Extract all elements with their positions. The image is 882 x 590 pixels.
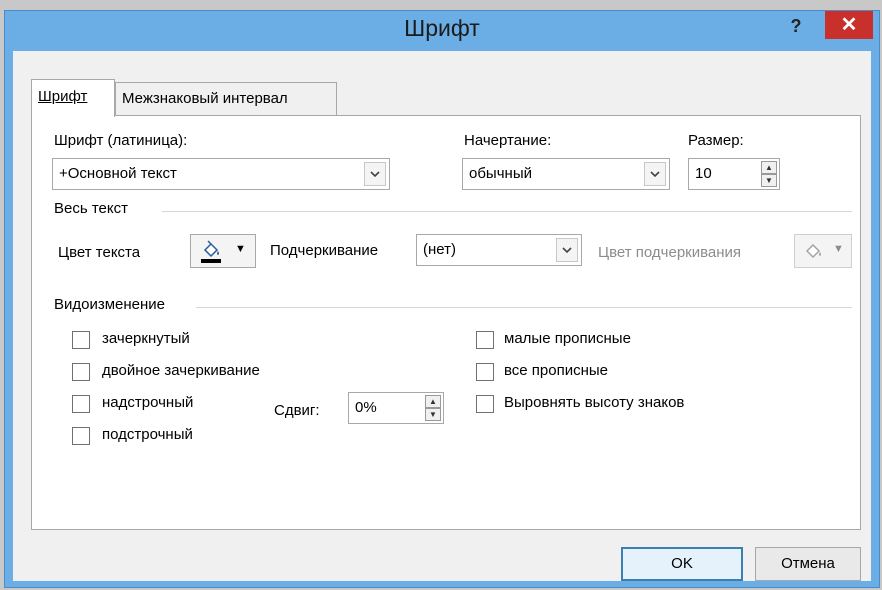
- superscript-checkbox[interactable]: [72, 395, 90, 413]
- effects-section-label: Видоизменение: [54, 296, 166, 313]
- tab-label: Шрифт: [38, 88, 88, 105]
- size-spinner[interactable]: 10 ▲ ▼: [688, 158, 780, 190]
- title-bar: Шрифт ? ✕: [5, 11, 879, 51]
- all-text-section-label: Весь текст: [54, 200, 128, 217]
- tab-font[interactable]: Шрифт: [31, 79, 115, 117]
- spin-down-icon[interactable]: ▼: [425, 408, 441, 421]
- underline-label: Подчеркивание: [270, 242, 379, 259]
- small-caps-label: малые прописные: [504, 330, 631, 347]
- offset-value: 0%: [355, 399, 377, 416]
- small-caps-checkbox[interactable]: [476, 331, 494, 349]
- double-strikethrough-checkbox[interactable]: [72, 363, 90, 381]
- dialog-body: Межзнаковый интервал Шрифт Шрифт (латини…: [13, 51, 871, 581]
- paint-bucket-icon: [199, 239, 223, 267]
- chevron-down-icon[interactable]: [644, 162, 666, 186]
- tab-character-spacing[interactable]: Межзнаковый интервал: [115, 82, 337, 115]
- subscript-label: подстрочный: [102, 426, 193, 443]
- latin-font-combo[interactable]: +Основной текст: [52, 158, 390, 190]
- font-color-label: Цвет текста: [58, 244, 141, 261]
- section-divider: [196, 307, 852, 308]
- style-combo[interactable]: обычный: [462, 158, 670, 190]
- chevron-down-icon[interactable]: [364, 162, 386, 186]
- section-divider: [162, 211, 852, 212]
- spin-arrows-icon[interactable]: ▲ ▼: [761, 161, 777, 187]
- underline-color-label: Цвет подчеркивания: [598, 244, 742, 261]
- all-caps-checkbox[interactable]: [476, 363, 494, 381]
- size-label: Размер:: [688, 132, 744, 149]
- chevron-down-icon[interactable]: [556, 238, 578, 262]
- font-tab-panel: Шрифт (латиница): Начертание: Размер: +О…: [31, 115, 861, 530]
- spin-up-icon[interactable]: ▲: [425, 395, 441, 408]
- spin-down-icon[interactable]: ▼: [761, 174, 777, 187]
- style-value: обычный: [469, 165, 532, 182]
- dialog-title: Шрифт: [404, 15, 480, 41]
- equalize-height-checkbox[interactable]: [476, 395, 494, 413]
- superscript-label: надстрочный: [102, 394, 194, 411]
- offset-label: Сдвиг:: [274, 402, 320, 419]
- font-dialog: Шрифт ? ✕ Межзнаковый интервал Шрифт Шри…: [4, 10, 880, 588]
- strikethrough-label: зачеркнутый: [102, 330, 190, 347]
- double-strikethrough-label: двойное зачеркивание: [102, 362, 260, 379]
- help-button[interactable]: ?: [781, 15, 811, 39]
- chevron-down-icon: ▼: [235, 243, 246, 255]
- tab-label: Межзнаковый интервал: [122, 90, 288, 107]
- cancel-button[interactable]: Отмена: [755, 547, 861, 581]
- spin-arrows-icon[interactable]: ▲ ▼: [425, 395, 441, 421]
- underline-value: (нет): [423, 241, 456, 258]
- style-label: Начертание:: [464, 132, 552, 149]
- underline-color-button: ▼: [794, 234, 852, 268]
- underline-combo[interactable]: (нет): [416, 234, 582, 266]
- close-button[interactable]: ✕: [825, 11, 873, 39]
- size-value: 10: [695, 165, 712, 182]
- equalize-height-label: Выровнять высоту знаков: [504, 394, 685, 411]
- paint-bucket-icon: [803, 241, 825, 265]
- chevron-down-icon: ▼: [833, 243, 844, 255]
- font-color-button[interactable]: ▼: [190, 234, 256, 268]
- offset-spinner[interactable]: 0% ▲ ▼: [348, 392, 444, 424]
- all-caps-label: все прописные: [504, 362, 609, 379]
- latin-font-value: +Основной текст: [59, 165, 177, 182]
- latin-font-label: Шрифт (латиница):: [54, 132, 188, 149]
- ok-button[interactable]: OK: [621, 547, 743, 581]
- spin-up-icon[interactable]: ▲: [761, 161, 777, 174]
- subscript-checkbox[interactable]: [72, 427, 90, 445]
- strikethrough-checkbox[interactable]: [72, 331, 90, 349]
